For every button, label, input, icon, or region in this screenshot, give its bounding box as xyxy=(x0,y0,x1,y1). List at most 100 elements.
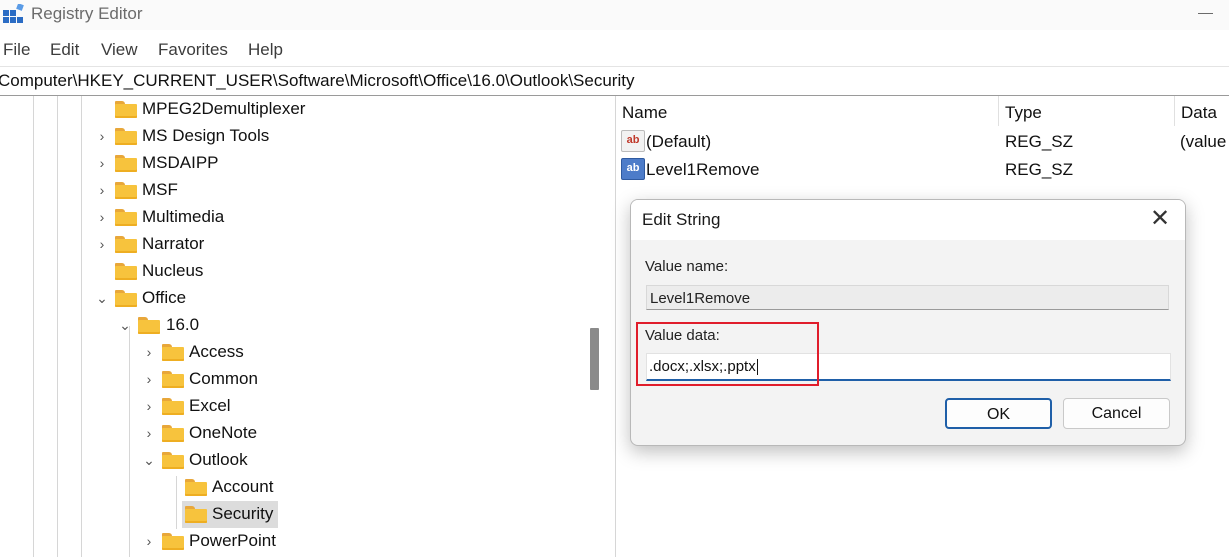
tree-node-label: Common xyxy=(189,369,258,388)
folder-icon xyxy=(115,155,137,172)
dialog-title-bar: Edit String ✕ xyxy=(631,200,1185,240)
folder-icon xyxy=(115,236,137,253)
registry-editor-app-icon xyxy=(3,4,24,23)
chevron-right-icon[interactable]: › xyxy=(142,532,156,550)
tree-node-label: Excel xyxy=(189,396,231,415)
tree-node-outlook[interactable]: ⌄ Outlook xyxy=(0,447,600,474)
folder-icon xyxy=(115,128,137,145)
folder-icon xyxy=(162,344,184,361)
tree-expander[interactable] xyxy=(95,262,109,280)
value-data: (value xyxy=(1180,132,1227,151)
menu-bar: File Edit View Favorites Help xyxy=(0,37,1229,65)
folder-icon xyxy=(185,506,207,523)
annotation-highlight-box xyxy=(636,322,819,386)
menu-help[interactable]: Help xyxy=(248,40,283,60)
tree-node-label: MSF xyxy=(142,180,178,199)
pane-splitter[interactable] xyxy=(604,96,616,557)
folder-icon xyxy=(115,290,137,307)
window-title: Registry Editor xyxy=(31,4,143,23)
tree-node-label: MPEG2Demultiplexer xyxy=(142,99,306,118)
chevron-right-icon[interactable]: › xyxy=(95,208,109,226)
menu-edit[interactable]: Edit xyxy=(50,40,79,60)
chevron-right-icon[interactable]: › xyxy=(95,154,109,172)
address-bar[interactable]: Computer\HKEY_CURRENT_USER\Software\Micr… xyxy=(0,66,1229,96)
folder-icon xyxy=(115,101,137,118)
edit-string-dialog: Edit String ✕ Value name: Level1Remove V… xyxy=(630,199,1186,446)
tree-node-label: Office xyxy=(142,288,187,307)
folder-icon xyxy=(115,209,137,226)
tree-node-office[interactable]: ⌄ Office xyxy=(0,285,600,312)
column-header-data[interactable]: Data xyxy=(1181,103,1217,123)
dialog-title: Edit String xyxy=(642,210,721,229)
string-value-icon: ab xyxy=(621,130,645,152)
folder-icon xyxy=(138,317,160,334)
tree-node-label: MSDAIPP xyxy=(142,153,219,172)
title-bar: Registry Editor xyxy=(0,0,1229,30)
tree-expander[interactable] xyxy=(165,478,179,496)
chevron-down-icon[interactable]: ⌄ xyxy=(95,289,109,307)
folder-icon xyxy=(162,452,184,469)
chevron-right-icon[interactable]: › xyxy=(95,181,109,199)
close-icon[interactable]: ✕ xyxy=(1145,206,1175,234)
column-header-name[interactable]: Name xyxy=(622,103,667,123)
column-header-type[interactable]: Type xyxy=(1005,103,1042,123)
tree-scrollbar-thumb[interactable] xyxy=(590,328,599,390)
chevron-right-icon[interactable]: › xyxy=(95,127,109,145)
tree-node-nucleus[interactable]: Nucleus xyxy=(0,258,600,285)
tree-node-label: Multimedia xyxy=(142,207,225,226)
minimize-button[interactable] xyxy=(1196,3,1216,23)
tree-expander[interactable] xyxy=(165,505,179,523)
tree-node-msf[interactable]: › MSF xyxy=(0,177,600,204)
tree-node-msdaipp[interactable]: › MSDAIPP xyxy=(0,150,600,177)
folder-icon xyxy=(162,425,184,442)
column-divider[interactable] xyxy=(998,96,999,126)
tree-node-label: Access xyxy=(189,342,244,361)
tree-node-narrator[interactable]: › Narrator xyxy=(0,231,600,258)
tree-node-excel[interactable]: › Excel xyxy=(0,393,600,420)
tree-node-label: 16.0 xyxy=(166,315,200,334)
tree-node-onenote[interactable]: › OneNote xyxy=(0,420,600,447)
tree-node-label: OneNote xyxy=(189,423,258,442)
column-divider[interactable] xyxy=(1174,96,1175,126)
tree-pane[interactable]: MPEG2Demultiplexer › MS Design Tools › M… xyxy=(0,96,604,557)
folder-icon xyxy=(162,398,184,415)
tree-node-common[interactable]: › Common xyxy=(0,366,600,393)
menu-file[interactable]: File xyxy=(3,40,30,60)
chevron-down-icon[interactable]: ⌄ xyxy=(142,451,156,469)
chevron-right-icon[interactable]: › xyxy=(142,397,156,415)
tree-node-ms-design-tools[interactable]: › MS Design Tools xyxy=(0,123,600,150)
address-path[interactable]: Computer\HKEY_CURRENT_USER\Software\Micr… xyxy=(0,71,634,91)
tree-expander[interactable] xyxy=(95,100,109,118)
folder-icon xyxy=(115,182,137,199)
ok-button[interactable]: OK xyxy=(945,398,1052,429)
tree-node-security[interactable]: Security xyxy=(0,501,600,528)
chevron-right-icon[interactable]: › xyxy=(95,235,109,253)
value-type: REG_SZ xyxy=(1005,132,1074,151)
cancel-button[interactable]: Cancel xyxy=(1063,398,1170,429)
value-name: (Default) xyxy=(646,132,712,151)
chevron-right-icon[interactable]: › xyxy=(142,370,156,388)
chevron-right-icon[interactable]: › xyxy=(142,424,156,442)
menu-favorites[interactable]: Favorites xyxy=(158,40,228,60)
tree-node-mpeg2demultiplexer[interactable]: MPEG2Demultiplexer xyxy=(0,96,600,123)
tree-node-powerpoint[interactable]: › PowerPoint xyxy=(0,528,600,555)
tree-node-label: Outlook xyxy=(189,450,248,469)
tree-node-account[interactable]: Account xyxy=(0,474,600,501)
menu-view[interactable]: View xyxy=(101,40,138,60)
chevron-down-icon[interactable]: ⌄ xyxy=(118,316,132,334)
tree-node-label: PowerPoint xyxy=(189,531,276,550)
folder-icon xyxy=(185,479,207,496)
tree-node-multimedia[interactable]: › Multimedia xyxy=(0,204,600,231)
tree-node-label: Account xyxy=(212,477,274,496)
tree-node-access[interactable]: › Access xyxy=(0,339,600,366)
tree-node-label: Nucleus xyxy=(142,261,204,280)
tree-node-label: MS Design Tools xyxy=(142,126,270,145)
folder-icon xyxy=(162,371,184,388)
tree-node-label: Security xyxy=(212,504,274,523)
chevron-right-icon[interactable]: › xyxy=(142,343,156,361)
binary-value-icon: ab xyxy=(621,158,645,180)
value-name-label: Value name: xyxy=(645,258,729,275)
tree-node-16-0[interactable]: ⌄ 16.0 xyxy=(0,312,600,339)
value-type: REG_SZ xyxy=(1005,160,1074,179)
tree-node-label: Narrator xyxy=(142,234,205,253)
